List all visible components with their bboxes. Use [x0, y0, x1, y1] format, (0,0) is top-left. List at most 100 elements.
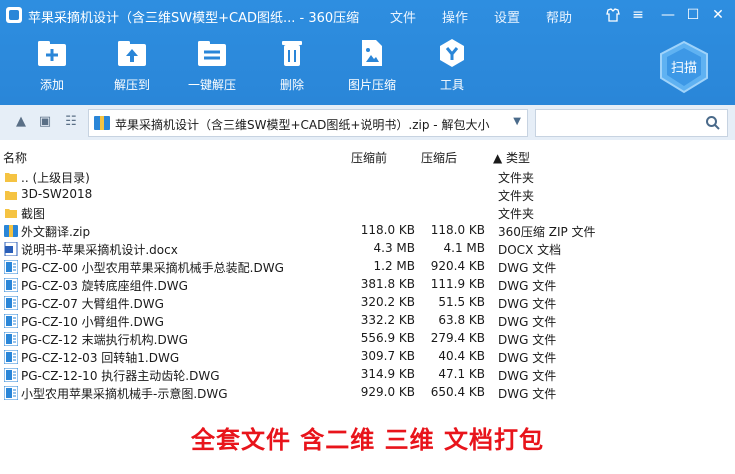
file-list: .. (上级目录) 文件夹 3D-SW2018 文件夹 截图 文件夹 外文翻译.zip 118…: [0, 168, 735, 402]
menu-file[interactable]: 文件: [390, 7, 416, 26]
dwg-icon: [3, 385, 19, 401]
file-row[interactable]: PG-CZ-10 小臂组件.DWG 332.2 KB 63.8 KB DWG 文件: [0, 312, 735, 330]
minimize-icon[interactable]: —: [660, 7, 676, 23]
search-icon[interactable]: [705, 115, 721, 131]
address-dropdown-icon[interactable]: ▼: [513, 116, 521, 127]
file-name: PG-CZ-03 旋转底座组件.DWG: [21, 279, 188, 293]
file-size: 1.2 MB: [373, 259, 415, 273]
file-name: 外文翻译.zip: [21, 225, 91, 239]
address-path: 苹果采摘机设计（含三维SW模型+CAD图纸+说明书）.zip - 解包大小: [115, 118, 490, 132]
file-row[interactable]: 外文翻译.zip 118.0 KB 118.0 KB 360压缩 ZIP 文件: [0, 222, 735, 240]
list-view-icon[interactable]: ☷: [62, 113, 80, 131]
scan-button[interactable]: 扫描: [657, 40, 711, 94]
file-row[interactable]: PG-CZ-12-10 执行器主动齿轮.DWG 314.9 KB 47.1 KB DW…: [0, 366, 735, 384]
column-type[interactable]: ▲ 类型: [493, 149, 530, 166]
title-bar: 苹果采摘机设计（含三维SW模型+CAD图纸... - 360压缩 文件 操作 设…: [0, 0, 735, 30]
dwg-icon: [3, 259, 19, 275]
app-logo-icon: [6, 7, 22, 23]
promo-caption: 全套文件 含二维 三维 文档打包: [190, 426, 545, 454]
menu-settings[interactable]: 设置: [494, 7, 520, 26]
file-row[interactable]: 截图 文件夹: [0, 204, 735, 222]
file-name: 说明书-苹果采摘机设计.docx: [21, 243, 178, 257]
file-compressed-size: 47.1 KB: [438, 367, 485, 381]
file-compressed-size: 650.4 KB: [430, 385, 485, 399]
file-row[interactable]: 3D-SW2018 文件夹: [0, 186, 735, 204]
zip-icon: [4, 224, 18, 238]
file-type: DWG 文件: [498, 315, 557, 329]
menu-icon[interactable]: ≡: [630, 7, 646, 23]
folder-icon: [4, 206, 18, 220]
extract-to-button[interactable]: 解压到: [100, 38, 164, 100]
delete-button[interactable]: 删除: [260, 38, 324, 100]
tools-icon: [440, 39, 464, 67]
file-row[interactable]: PG-CZ-12-03 回转轴1.DWG 309.7 KB 40.4 KB DWG 文…: [0, 348, 735, 366]
file-type: DWG 文件: [498, 333, 557, 347]
file-name: PG-CZ-00 小型农用苹果采摘机械手总装配.DWG: [21, 261, 284, 275]
file-compressed-size: 51.5 KB: [438, 295, 485, 309]
file-row[interactable]: PG-CZ-03 旋转底座组件.DWG 381.8 KB 111.9 KB DWG 文…: [0, 276, 735, 294]
column-compressed[interactable]: 压缩后: [421, 149, 457, 166]
file-row[interactable]: .. (上级目录) 文件夹: [0, 168, 735, 186]
image-compress-label: 图片压缩: [347, 78, 396, 92]
dwg-icon: [3, 277, 19, 293]
extract-to-label: 解压到: [113, 78, 150, 92]
file-size: 556.9 KB: [360, 331, 415, 345]
scan-shield-icon: 扫描: [660, 40, 708, 94]
file-name: PG-CZ-12-03 回转轴1.DWG: [21, 351, 180, 365]
file-name: PG-CZ-07 大臂组件.DWG: [21, 297, 164, 311]
address-bar[interactable]: 苹果采摘机设计（含三维SW模型+CAD图纸+说明书）.zip - 解包大小 ▼: [88, 109, 528, 137]
one-click-extract-icon: [198, 41, 226, 66]
file-name: PG-CZ-12 末端执行机构.DWG: [21, 333, 188, 347]
file-compressed-size: 118.0 KB: [430, 223, 485, 237]
delete-label: 删除: [279, 78, 304, 92]
dwg-icon: [3, 367, 19, 383]
menu-operation[interactable]: 操作: [442, 7, 468, 26]
file-row[interactable]: PG-CZ-12 末端执行机构.DWG 556.9 KB 279.4 KB DWG 文…: [0, 330, 735, 348]
maximize-icon[interactable]: ☐: [685, 7, 701, 23]
file-type: DWG 文件: [498, 297, 557, 311]
dwg-icon: [3, 331, 19, 347]
file-type: DWG 文件: [498, 279, 557, 293]
file-name: .. (上级目录): [21, 171, 90, 185]
file-compressed-size: 4.1 MB: [443, 241, 485, 255]
column-name[interactable]: 名称: [3, 149, 27, 166]
file-row[interactable]: PG-CZ-07 大臂组件.DWG 320.2 KB 51.5 KB DWG 文件: [0, 294, 735, 312]
file-compressed-size: 63.8 KB: [438, 313, 485, 327]
file-row[interactable]: 说明书-苹果采摘机设计.docx 4.3 MB 4.1 MB DOCX 文档: [0, 240, 735, 258]
file-size: 381.8 KB: [360, 277, 415, 291]
tools-button[interactable]: 工具: [420, 38, 484, 100]
file-type: DWG 文件: [498, 261, 557, 275]
file-size: 314.9 KB: [360, 367, 415, 381]
up-arrow-icon[interactable]: ▲: [12, 113, 30, 131]
file-compressed-size: 40.4 KB: [438, 349, 485, 363]
menu-help[interactable]: 帮助: [546, 7, 572, 26]
search-input[interactable]: [535, 109, 728, 137]
file-name: 截图: [21, 207, 46, 221]
docx-icon: [4, 241, 18, 257]
detail-view-icon[interactable]: ▣: [36, 113, 54, 131]
one-click-extract-button[interactable]: 一键解压: [180, 38, 244, 100]
skin-icon[interactable]: [605, 7, 621, 23]
file-compressed-size: 920.4 KB: [430, 259, 485, 273]
file-compressed-size: 279.4 KB: [430, 331, 485, 345]
file-row[interactable]: 小型农用苹果采摘机械手-示意图.DWG 929.0 KB 650.4 KB DWG 文…: [0, 384, 735, 402]
dwg-icon: [3, 295, 19, 311]
window-title: 苹果采摘机设计（含三维SW模型+CAD图纸... - 360压缩: [28, 11, 360, 26]
add-icon: [38, 41, 66, 66]
file-name: 小型农用苹果采摘机械手-示意图.DWG: [21, 387, 228, 401]
scan-label: 扫描: [671, 61, 697, 76]
file-size: 118.0 KB: [360, 223, 415, 237]
column-header-row: 名称 压缩前 压缩后 ▲ 类型: [0, 145, 735, 167]
file-type: 文件夹: [498, 171, 535, 185]
zip-archive-icon: [94, 116, 110, 130]
file-type: 文件夹: [498, 189, 535, 203]
image-compress-button[interactable]: 图片压缩: [340, 38, 404, 100]
add-button[interactable]: 添加: [20, 38, 84, 100]
close-icon[interactable]: ✕: [710, 7, 726, 23]
file-row[interactable]: PG-CZ-00 小型农用苹果采摘机械手总装配.DWG 1.2 MB 920.4 K…: [0, 258, 735, 276]
title-toolbar-band: 苹果采摘机设计（含三维SW模型+CAD图纸... - 360压缩 文件 操作 设…: [0, 0, 735, 105]
folder-icon: [4, 188, 18, 202]
delete-icon: [282, 41, 302, 66]
column-size[interactable]: 压缩前: [351, 149, 387, 166]
folder-icon: [4, 170, 18, 184]
